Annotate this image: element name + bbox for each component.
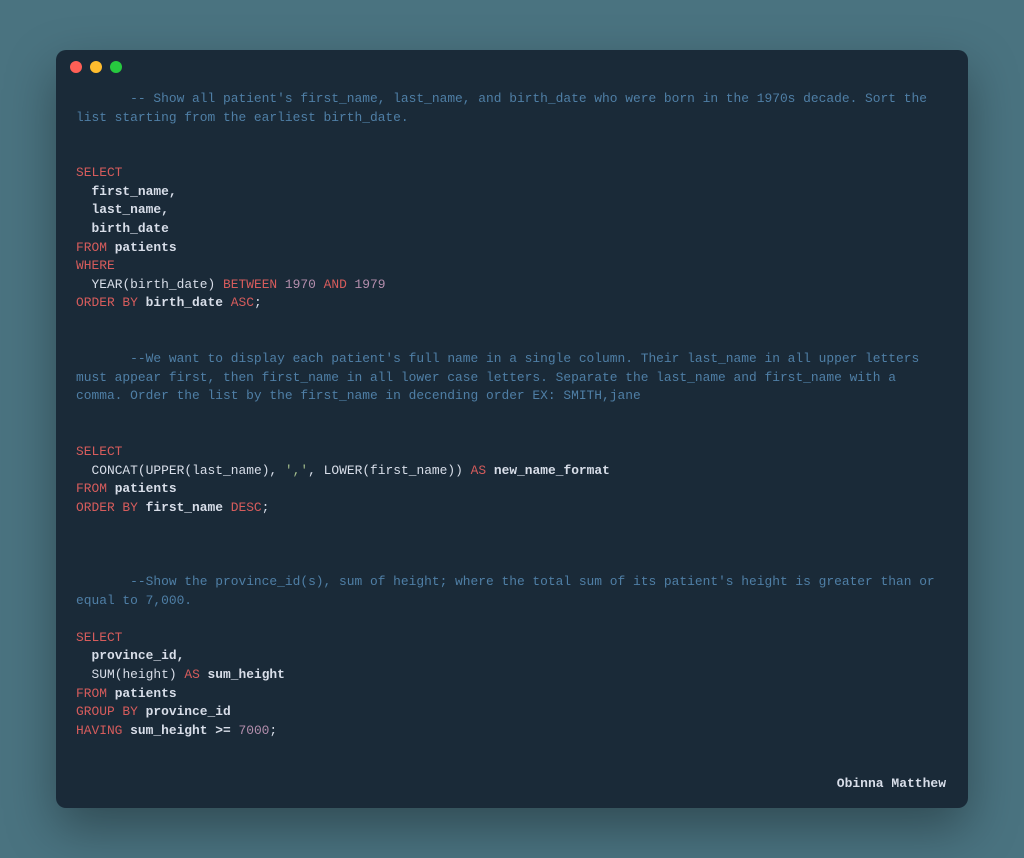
semicolon: ; [269,723,277,738]
number: 7000 [238,723,269,738]
keyword-asc: ASC [231,295,254,310]
sep: , [308,463,323,478]
number: 1970 [277,277,316,292]
keyword-and: AND [316,277,347,292]
func-sum: SUM [76,667,115,682]
group-column: province_id [138,704,231,719]
sql-comment: --We want to display each patient's full… [76,351,927,403]
having-expr: sum_height >= [122,723,238,738]
func-year: YEAR [76,277,122,292]
titlebar [56,50,968,84]
maximize-icon[interactable] [110,61,122,73]
column: birth_date [76,221,169,236]
keyword-as: AS [471,463,486,478]
semicolon: ; [262,500,270,515]
keyword-from: FROM [76,240,107,255]
keyword-from: FROM [76,686,107,701]
keyword-orderby: ORDER BY [76,500,138,515]
func-lower: LOWER [324,463,363,478]
sql-comment: -- Show all patient's first_name, last_n… [76,91,935,125]
close-icon[interactable] [70,61,82,73]
column: province_id, [76,648,184,663]
paren: ( [138,463,146,478]
args: (height) [115,667,185,682]
keyword-where: WHERE [76,258,115,273]
args: (first_name)) [362,463,470,478]
keyword-orderby: ORDER BY [76,295,138,310]
func-upper: UPPER [146,463,185,478]
code-area: -- Show all patient's first_name, last_n… [56,84,968,808]
keyword-between: BETWEEN [223,277,277,292]
keyword-groupby: GROUP BY [76,704,138,719]
keyword-select: SELECT [76,165,122,180]
column: first_name, [76,184,177,199]
author-label: Obinna Matthew [837,775,946,794]
number: 1979 [347,277,386,292]
string-literal: ',' [285,463,308,478]
keyword-from: FROM [76,481,107,496]
minimize-icon[interactable] [90,61,102,73]
alias: new_name_format [486,463,610,478]
keyword-select: SELECT [76,444,122,459]
keyword-having: HAVING [76,723,122,738]
order-column: birth_date [138,295,231,310]
alias: sum_height [200,667,285,682]
sql-comment: --Show the province_id(s), sum of height… [76,574,942,608]
table: patients [107,686,177,701]
keyword-desc: DESC [231,500,262,515]
semicolon: ; [254,295,262,310]
func-concat: CONCAT [76,463,138,478]
table: patients [107,240,177,255]
args: (last_name), [184,463,285,478]
args: (birth_date) [122,277,223,292]
column: last_name, [76,202,169,217]
keyword-as: AS [184,667,199,682]
terminal-window: -- Show all patient's first_name, last_n… [56,50,968,808]
keyword-select: SELECT [76,630,122,645]
order-column: first_name [138,500,231,515]
table: patients [107,481,177,496]
